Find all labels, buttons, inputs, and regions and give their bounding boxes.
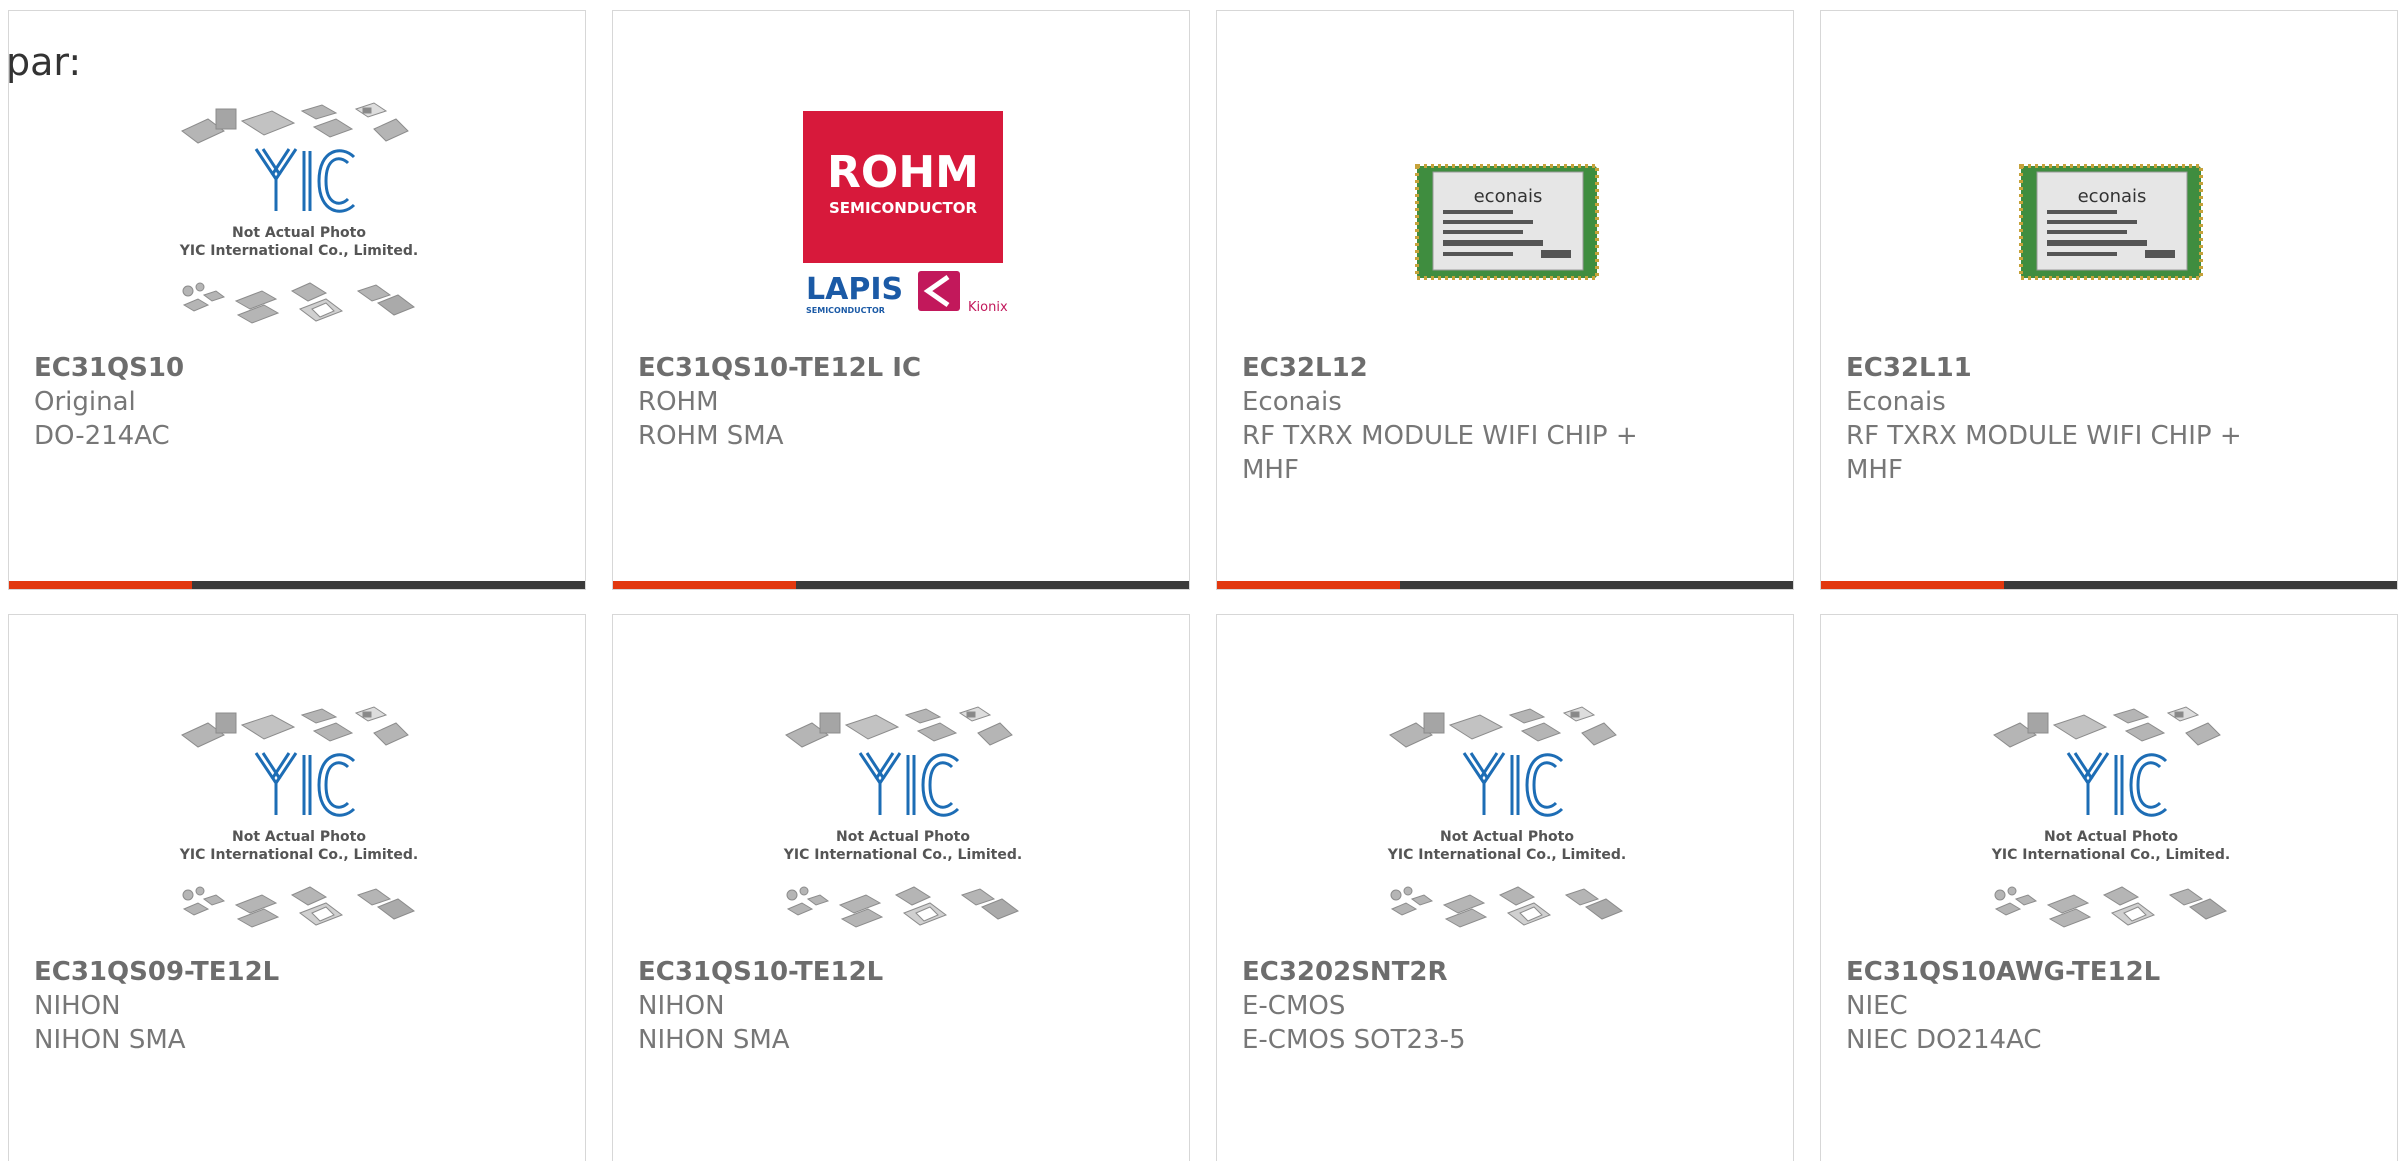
description: DO-214AC (34, 421, 170, 451)
manufacturer: NIHON (638, 991, 725, 1021)
product-card[interactable]: Not Actual Photo YIC International Co., … (612, 614, 1190, 1161)
part-number[interactable]: EC3202SNT2R (1242, 955, 1702, 989)
manufacturer: E-CMOS (1242, 991, 1346, 1021)
product-image[interactable]: Not Actual Photo YIC International Co., … (1971, 685, 2251, 955)
manufacturer: Original (34, 387, 136, 417)
manufacturer: ROHM (638, 387, 719, 417)
wifi-module-image: econais (1415, 164, 1599, 280)
yic-placeholder-image: Not Actual Photo YIC International Co., … (1991, 706, 2230, 928)
card-hover-bar (9, 581, 585, 589)
part-number[interactable]: EC31QS09-TE12L (34, 955, 494, 989)
part-number[interactable]: EC32L12 (1242, 351, 1702, 385)
product-card[interactable]: econais EC32L12 Econais RF TXRX MODULE WIF… (1216, 10, 1794, 590)
card-bar-accent (1217, 581, 1400, 589)
placeholder-line2: YIC International Co., Limited. (179, 243, 418, 259)
kionix-brand: Kionix (968, 300, 1008, 315)
product-image[interactable]: econais (1971, 81, 2251, 351)
placeholder-line1: Not Actual Photo (836, 829, 970, 845)
rohm-brand: ROHM (827, 147, 979, 198)
placeholder-line2: YIC International Co., Limited. (1991, 847, 2230, 863)
product-info: EC3202SNT2R E-CMOS E-CMOS SOT23-5 (1242, 955, 1702, 1057)
product-image[interactable]: Not Actual Photo YIC International Co., … (763, 685, 1043, 955)
product-info: EC31QS09-TE12L NIHON NIHON SMA (34, 955, 494, 1057)
placeholder-line1: Not Actual Photo (232, 225, 366, 241)
product-info: EC31QS10-TE12L NIHON NIHON SMA (638, 955, 1098, 1057)
card-hover-bar (1821, 581, 2397, 589)
placeholder-line2: YIC International Co., Limited. (179, 847, 418, 863)
lapis-brand: LAPIS (806, 272, 903, 307)
description: RF TXRX MODULE WIFI CHIP + MHF (1242, 421, 1638, 485)
lapis-sub: SEMICONDUCTOR (806, 306, 885, 315)
yic-placeholder-image: Not Actual Photo YIC International Co., … (179, 102, 418, 324)
product-card[interactable]: Not Actual Photo YIC International Co., … (1216, 614, 1794, 1161)
rohm-sub: SEMICONDUCTOR (829, 199, 977, 217)
product-image[interactable]: Not Actual Photo YIC International Co., … (159, 81, 439, 351)
product-info: EC32L12 Econais RF TXRX MODULE WIFI CHIP +… (1242, 351, 1702, 487)
product-info: EC32L11 Econais RF TXRX MODULE WIFI CHIP +… (1846, 351, 2306, 487)
product-grid: Not Actual Photo YIC International Co., … (8, 10, 2398, 1161)
description: NIHON SMA (638, 1025, 790, 1055)
placeholder-line1: Not Actual Photo (1440, 829, 1574, 845)
manufacturer: NIEC (1846, 991, 1908, 1021)
card-hover-bar (613, 581, 1189, 589)
description: NIEC DO214AC (1846, 1025, 2042, 1055)
description: NIHON SMA (34, 1025, 186, 1055)
placeholder-line2: YIC International Co., Limited. (1387, 847, 1626, 863)
product-image[interactable]: ROHM SEMICONDUCTOR LAPIS SEMICONDUCTOR K… (763, 81, 1043, 351)
product-info: EC31QS10 Original DO-214AC (34, 351, 494, 453)
manufacturer: Econais (1242, 387, 1342, 417)
product-card[interactable]: ROHM SEMICONDUCTOR LAPIS SEMICONDUCTOR K… (612, 10, 1190, 590)
rohm-logo-image: ROHM SEMICONDUCTOR LAPIS SEMICONDUCTOR K… (803, 111, 1008, 315)
product-image[interactable]: Not Actual Photo YIC International Co., … (159, 685, 439, 955)
part-number[interactable]: EC31QS10-TE12L (638, 955, 1098, 989)
product-card[interactable]: Not Actual Photo YIC International Co., … (8, 10, 586, 590)
product-card[interactable]: Not Actual Photo YIC International Co., … (1820, 614, 2398, 1161)
card-bar-accent (9, 581, 192, 589)
product-image[interactable]: econais (1367, 81, 1647, 351)
manufacturer: NIHON (34, 991, 121, 1021)
description: ROHM SMA (638, 421, 784, 451)
yic-placeholder-image: Not Actual Photo YIC International Co., … (179, 706, 418, 928)
product-info: EC31QS10-TE12L IC ROHM ROHM SMA (638, 351, 1098, 453)
manufacturer: Econais (1846, 387, 1946, 417)
product-info: EC31QS10AWG-TE12L NIEC NIEC DO214AC (1846, 955, 2306, 1057)
part-number[interactable]: EC31QS10 (34, 351, 494, 385)
product-image[interactable]: Not Actual Photo YIC International Co., … (1367, 685, 1647, 955)
placeholder-line1: Not Actual Photo (2044, 829, 2178, 845)
wifi-module-image: econais (2019, 164, 2203, 280)
module-brand: econais (1474, 186, 1543, 207)
yic-placeholder-image: Not Actual Photo YIC International Co., … (783, 706, 1022, 928)
description: RF TXRX MODULE WIFI CHIP + MHF (1846, 421, 2242, 485)
part-number[interactable]: EC31QS10AWG-TE12L (1846, 955, 2306, 989)
placeholder-line2: YIC International Co., Limited. (783, 847, 1022, 863)
product-listing-page: par: Not Actual Photo YIC International … (0, 0, 2404, 1161)
card-hover-bar (1217, 581, 1793, 589)
card-bar-accent (1821, 581, 2004, 589)
part-number[interactable]: EC32L11 (1846, 351, 2306, 385)
overlay-label: par: (6, 40, 82, 84)
product-card[interactable]: econais EC32L11 Econais RF TXRX MODULE WIF… (1820, 10, 2398, 590)
part-number[interactable]: EC31QS10-TE12L IC (638, 351, 1098, 385)
product-card[interactable]: Not Actual Photo YIC International Co., … (8, 614, 586, 1161)
card-bar-accent (613, 581, 796, 589)
description: E-CMOS SOT23-5 (1242, 1025, 1466, 1055)
placeholder-line1: Not Actual Photo (232, 829, 366, 845)
module-brand: econais (2078, 186, 2147, 207)
yic-placeholder-image: Not Actual Photo YIC International Co., … (1387, 706, 1626, 928)
